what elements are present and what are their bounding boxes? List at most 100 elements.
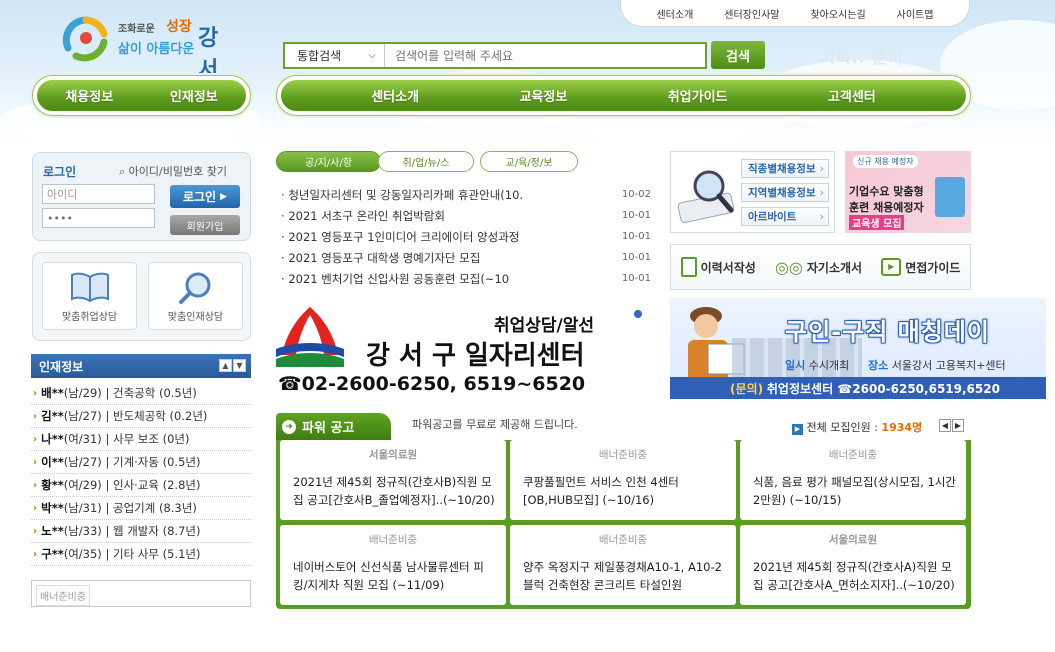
cover-letter-link[interactable]: ◎◎ 자기소개서	[775, 258, 862, 277]
search-icon: ⌕	[119, 165, 126, 178]
nav-customer-center[interactable]: 고객센터	[828, 86, 876, 105]
list-item[interactable]: · 2021 영등포구 1인미디어 크리에이터 양성과정 10-01	[281, 226, 651, 247]
notice-list: · 청년일자리센터 및 강동일자리카페 휴관안내(10. 10-02 · 2021…	[281, 184, 651, 289]
talent-info: (여/35)	[63, 547, 102, 561]
header-watermark-text: 기획.. 준비	[820, 48, 904, 67]
find-account-link[interactable]: ⌕ 아이디/비밀번호 찾기	[119, 163, 227, 179]
news-date: 10-01	[621, 252, 651, 263]
talent-item[interactable]: › 이** (남/27) | 기계·자동 (0.5년)	[31, 451, 251, 474]
power-ad-card[interactable]: 배너준비중 식품, 음료 평가 패널모집(상시모집, 1시간 2만원) (~10/…	[740, 440, 966, 520]
talent-item[interactable]: › 황** (여/29) | 인사·교육 (2.8년)	[31, 474, 251, 497]
job-counsel-button[interactable]: 맞춤취업상담	[42, 262, 137, 330]
nav-center-intro[interactable]: 센터소개	[371, 86, 419, 105]
prev-arrow-icon[interactable]: ◀	[939, 419, 951, 432]
power-ad-card[interactable]: 서울의료원 2021년 제45회 정규직(간호사B)직원 모집 공고[간호사B_졸…	[280, 440, 506, 520]
power-ad-card[interactable]: 배너준비중 쿠팡풀필먼트 서비스 인천 4센터 [OB,HUB모집] (~10/1…	[510, 440, 736, 520]
list-item[interactable]: · 2021 영등포구 대학생 명예기자단 모집 10-01	[281, 247, 651, 268]
power-ad-card[interactable]: 배너준비중 양주 옥정지구 제일풍경채A10-1, A10-2블럭 건축현장 콘크…	[510, 525, 736, 605]
list-item[interactable]: · 2021 벤처기업 신입사원 공동훈련 모집(~10 10-01	[281, 268, 651, 289]
news-date: 10-01	[621, 231, 651, 242]
interview-guide-link[interactable]: ▶ 면접가이드	[881, 258, 960, 276]
list-item[interactable]: · 2021 서초구 온라인 취업박람회 10-01	[281, 205, 651, 226]
talent-name: 김**	[41, 409, 64, 423]
top-nav-greeting[interactable]: 센터장인사말	[724, 6, 779, 21]
talent-info: (여/31)	[63, 432, 102, 446]
tab-job-news[interactable]: 취/업/뉴/스	[378, 151, 474, 172]
interview-guide-label: 면접가이드	[905, 260, 961, 275]
id-input[interactable]: 아이디	[42, 184, 155, 204]
talent-sep: |	[105, 386, 110, 400]
talent-item[interactable]: › 구** (여/35) | 기타 사무 (5.1년)	[31, 543, 251, 566]
left-banner-slot[interactable]: 배너준비중	[31, 580, 251, 607]
matching-l3-key: (문의)	[730, 381, 764, 396]
counsel-panel: 맞춤취업상담 맞춤인재상담	[32, 252, 251, 341]
search-input[interactable]	[385, 44, 705, 67]
tab-education[interactable]: 교/육/정/보	[480, 151, 578, 172]
matching-line1: 일시 수시개최	[785, 357, 849, 373]
talent-job: 기타 사무 (5.1년)	[112, 547, 201, 561]
card-logo: 서울의료원	[368, 449, 418, 461]
join-button[interactable]: 회원가입	[170, 215, 240, 235]
top-nav-directions[interactable]: 찾아오시는길	[810, 6, 865, 21]
logo-line1a: 조화로운	[118, 24, 155, 35]
nav-education[interactable]: 교육정보	[519, 86, 567, 105]
job-center-banner[interactable]: 취업상담/알선 강 서 구 일자리센터 ☎02-2600-6250, 6519~…	[276, 303, 646, 399]
chevron-down-icon[interactable]: ▼	[233, 359, 246, 372]
chevron-up-icon[interactable]: ▲	[219, 359, 232, 372]
talent-job: 사무 보조 (0년)	[112, 432, 190, 446]
matching-day-banner[interactable]: 구인-구직 매칭데이 일시 수시개최 장소 서울강서 고용복지+센터 (문의) …	[670, 298, 1046, 399]
cover-letter-label: 자기소개서	[806, 260, 863, 275]
resume-guide-link[interactable]: 이력서작성	[680, 257, 756, 277]
talent-name: 배**	[41, 386, 64, 400]
card-logo: 배너준비중	[368, 534, 418, 546]
card-text: 네이버스토어 신선식품 남사물류센터 피킹/지게차 직원 모집 (~11/09)	[293, 560, 484, 592]
talent-item[interactable]: › 배** (남/29) | 건축공학 (0.5년)	[31, 382, 251, 405]
guide-bar: 이력서작성 ◎◎ 자기소개서 ▶ 면접가이드	[670, 244, 971, 290]
magnifier-icon	[178, 272, 210, 304]
talent-item[interactable]: › 노** (남/33) | 웹 개발자 (8.7년)	[31, 520, 251, 543]
talent-counsel-button[interactable]: 맞춤인재상담	[148, 262, 243, 330]
menu-job-by-region[interactable]: 지역별채용정보	[741, 183, 829, 202]
news-title: 2021 벤처기업 신입사원 공동훈련 모집(~10	[288, 271, 510, 286]
search-button[interactable]: 검색	[711, 41, 765, 69]
resume-guide-label: 이력서작성	[700, 260, 756, 275]
list-item[interactable]: · 청년일자리센터 및 강동일자리카페 휴관안내(10. 10-02	[281, 184, 651, 205]
carousel-dot-icon[interactable]	[634, 310, 642, 318]
top-nav-center-intro[interactable]: 센터소개	[656, 6, 693, 21]
password-input[interactable]: ••••	[42, 208, 155, 228]
arrow-right-icon: ›	[33, 525, 38, 537]
top-nav-sitemap[interactable]: 사이트맵	[897, 6, 934, 21]
site-logo[interactable]: 조화로운 성장 삶이 아름다운 강서	[60, 12, 230, 83]
talent-name: 나**	[41, 432, 64, 446]
left-banner-label: 배너준비중	[36, 585, 90, 606]
menu-job-by-occupation[interactable]: 직종별채용정보	[741, 159, 829, 178]
talent-job: 건축공학 (0.5년)	[112, 386, 197, 400]
nav-job-info[interactable]: 채용정보	[65, 86, 113, 105]
talent-sep: |	[105, 547, 110, 561]
card-logo: 배너준비중	[828, 449, 878, 461]
arrow-right-icon: ›	[33, 502, 38, 514]
nav-talent-info[interactable]: 인재정보	[170, 86, 218, 105]
magnifier-keyboard-icon	[677, 170, 735, 223]
menu-part-time[interactable]: 아르바이트	[741, 207, 829, 226]
talent-sep: |	[105, 455, 110, 469]
arrow-right-icon: ›	[33, 456, 38, 468]
play-icon: ▶	[792, 424, 803, 435]
power-ad-card[interactable]: 배너준비중네이버스토어 신선식품 남사물류센터 피킹/지게차 직원 모집 (~1…	[280, 525, 506, 605]
search-scope-select[interactable]: 통합검색 ⌵	[285, 44, 385, 67]
talent-item[interactable]: › 박** (남/31) | 공업기계 (8.3년)	[31, 497, 251, 520]
tab-notice[interactable]: 공/지/사/항	[276, 151, 381, 172]
news-title: 2021 영등포구 대학생 명예기자단 모집	[288, 250, 481, 265]
talent-item[interactable]: › 나** (여/31) | 사무 보조 (0년)	[31, 428, 251, 451]
login-button-label: 로그인	[182, 190, 217, 204]
nav-job-guide[interactable]: 취업가이드	[668, 86, 728, 105]
talent-info: (남/27)	[63, 455, 102, 469]
talent-job: 공업기계 (8.3년)	[112, 501, 197, 515]
search-bar: 통합검색 ⌵	[283, 42, 707, 69]
talent-item[interactable]: › 김** (남/27) | 반도체공학 (0.2년)	[31, 405, 251, 428]
training-recruit-banner[interactable]: 신규 채용 예정자 기업수요 맞춤형 훈련 채용예정자 교육생 모집	[845, 151, 971, 233]
power-ad-card[interactable]: 서울의료원 2021년 제45회 정규직(간호사A)직원 모집 공고[간호사A_면…	[740, 525, 966, 605]
login-button[interactable]: 로그인 ▶	[170, 185, 240, 208]
next-arrow-icon[interactable]: ▶	[952, 419, 964, 432]
talent-name: 노**	[41, 524, 64, 538]
